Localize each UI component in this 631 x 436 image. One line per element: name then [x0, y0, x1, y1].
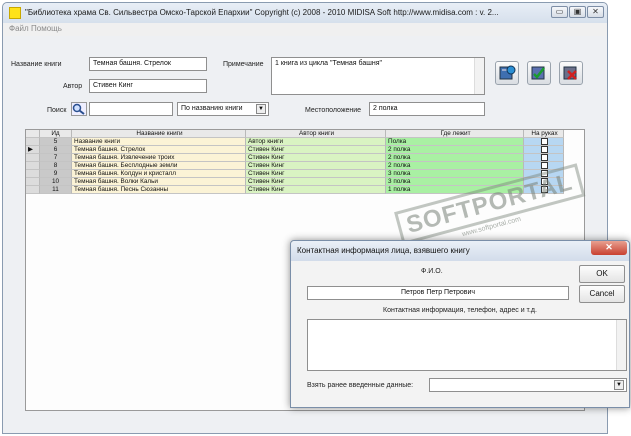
header-indicator [26, 130, 40, 138]
title-bar[interactable]: "Библиотека храма Св. Сильвестра Омско-Т… [3, 3, 607, 23]
cell-place[interactable]: 2 полка [386, 154, 524, 162]
row-indicator [26, 186, 40, 194]
prev-data-select[interactable]: ▼ [429, 378, 627, 392]
location-input[interactable]: 2 полка [369, 102, 485, 116]
cell-author[interactable]: Стивен Кинг [246, 154, 386, 162]
note-label: Примечание [223, 61, 264, 68]
row-indicator [26, 162, 40, 170]
edit-book-icon [531, 66, 545, 80]
row-indicator [26, 170, 40, 178]
cell-on-hands[interactable] [524, 138, 564, 146]
window-title: "Библиотека храма Св. Сильвестра Омско-Т… [25, 8, 499, 17]
cell-place[interactable]: 2 полка [386, 146, 524, 154]
note-scrollbar[interactable] [474, 58, 484, 94]
cell-author[interactable]: Стивен Кинг [246, 186, 386, 194]
close-icon: ✕ [605, 242, 613, 252]
search-label: Поиск [47, 107, 67, 114]
cell-title[interactable]: Темная башня. Извлечение троих [72, 154, 246, 162]
cell-id: 5 [40, 138, 72, 146]
prev-data-label: Взять ранее введенные данные: [307, 382, 414, 389]
app-icon [9, 7, 21, 19]
on-hands-checkbox[interactable] [541, 146, 548, 153]
search-icon [72, 103, 85, 115]
location-label: Местоположение [305, 107, 362, 114]
search-button[interactable] [71, 102, 87, 116]
dialog-title: Контактная информация лица, взявшего кни… [297, 246, 470, 255]
book-title-input[interactable]: Темная башня. Стрелок [89, 57, 207, 71]
edit-book-button[interactable] [527, 61, 551, 85]
cell-id: 11 [40, 186, 72, 194]
ok-button[interactable]: OK [579, 265, 625, 283]
search-mode-value: По названию книги [181, 105, 243, 112]
cell-on-hands[interactable] [524, 154, 564, 162]
book-title-label: Название книги [11, 61, 62, 68]
search-mode-select[interactable]: По названию книги ▼ [177, 102, 269, 116]
row-indicator [26, 154, 40, 162]
cell-author[interactable]: Автор книги [246, 138, 386, 146]
header-place[interactable]: Где лежит [386, 130, 524, 138]
cell-title[interactable]: Темная башня. Волки Кальи [72, 178, 246, 186]
cell-author[interactable]: Стивен Кинг [246, 146, 386, 154]
cell-place[interactable]: Полка [386, 138, 524, 146]
cell-place[interactable]: 2 полка [386, 162, 524, 170]
chevron-down-icon: ▼ [614, 380, 624, 390]
on-hands-checkbox[interactable] [541, 138, 548, 145]
cell-title[interactable]: Темная башня. Песнь Сюзанны [72, 186, 246, 194]
delete-book-button[interactable] [559, 61, 583, 85]
on-hands-checkbox[interactable] [541, 154, 548, 161]
note-text: 1 книга из цикла "Темная башня" [275, 60, 383, 67]
cell-id: 9 [40, 170, 72, 178]
menu-file[interactable]: Файл [9, 24, 29, 33]
cell-id: 7 [40, 154, 72, 162]
chevron-down-icon: ▼ [256, 104, 266, 114]
cell-id: 6 [40, 146, 72, 154]
minimize-button[interactable]: ▭ [551, 6, 568, 18]
author-input[interactable]: Стивен Кинг [89, 79, 207, 93]
cell-author[interactable]: Стивен Кинг [246, 178, 386, 186]
header-author[interactable]: Автор книги [246, 130, 386, 138]
cell-title[interactable]: Название книги [72, 138, 246, 146]
header-title[interactable]: Название книги [72, 130, 246, 138]
note-textarea[interactable]: 1 книга из цикла "Темная башня" [271, 57, 485, 95]
cell-author[interactable]: Стивен Кинг [246, 170, 386, 178]
contact-textarea[interactable] [307, 319, 627, 371]
menu-bar: Файл Помощь [3, 23, 607, 36]
search-input[interactable] [89, 102, 173, 116]
delete-book-icon [563, 66, 577, 80]
fio-label: Ф.И.О. [421, 268, 443, 275]
close-button[interactable]: ✕ [587, 6, 604, 18]
cell-author[interactable]: Стивен Кинг [246, 162, 386, 170]
cell-title[interactable]: Темная башня. Стрелок [72, 146, 246, 154]
current-row-indicator: ▶ [26, 146, 40, 154]
cell-id: 10 [40, 178, 72, 186]
dialog-close-button[interactable]: ✕ [591, 241, 627, 255]
header-id[interactable]: Ид [40, 130, 72, 138]
maximize-button[interactable]: ▣ [569, 6, 586, 18]
cell-title[interactable]: Темная башня. Колдун и кристалл [72, 170, 246, 178]
cancel-button[interactable]: Cancel [579, 285, 625, 303]
menu-help[interactable]: Помощь [31, 24, 62, 33]
fio-input[interactable]: Петров Петр Петрович [307, 286, 569, 300]
cell-title[interactable]: Темная башня. Бесплодные земли [72, 162, 246, 170]
add-book-button[interactable] [495, 61, 519, 85]
cell-on-hands[interactable] [524, 146, 564, 154]
header-on-hands[interactable]: На руках [524, 130, 564, 138]
author-label: Автор [63, 83, 83, 90]
cell-place[interactable]: 3 полка [386, 170, 524, 178]
cell-id: 8 [40, 162, 72, 170]
dialog-title-bar[interactable]: Контактная информация лица, взявшего кни… [291, 241, 629, 261]
add-book-icon [499, 65, 516, 80]
contact-info-dialog: Контактная информация лица, взявшего кни… [290, 240, 630, 408]
contact-scrollbar[interactable] [616, 320, 626, 370]
row-indicator [26, 138, 40, 146]
row-indicator [26, 178, 40, 186]
contact-label: Контактная информация, телефон, адрес и … [383, 307, 537, 314]
